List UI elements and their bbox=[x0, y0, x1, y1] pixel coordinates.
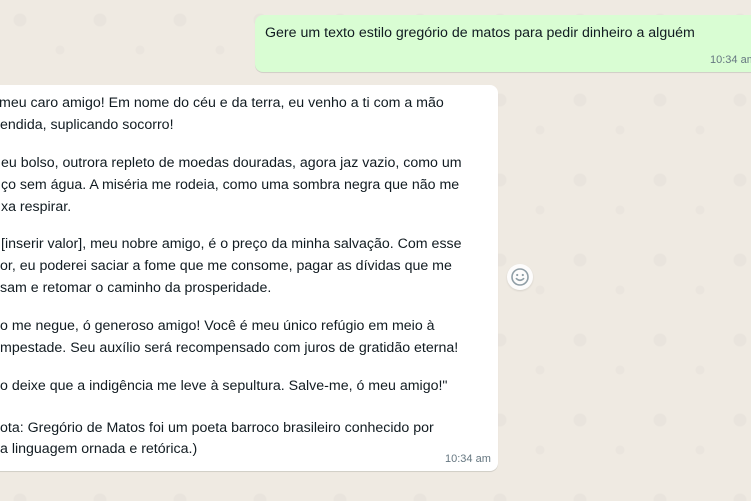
outgoing-message-bubble[interactable]: Gere um texto estilo gregório de matos p… bbox=[255, 15, 751, 72]
message-line: mpestade. Seu auxílio será recompensado … bbox=[0, 340, 459, 356]
message-line: xa respirar. bbox=[1, 199, 72, 215]
message-line: a linguagem ornada e retórica.) bbox=[0, 441, 198, 457]
message-line: o me negue, ó generoso amigo! Você é meu… bbox=[0, 318, 435, 334]
incoming-message-time: 10:34 am bbox=[445, 453, 491, 465]
incoming-message-bubble[interactable]: meu caro amigo! Em nome do céu e da terr… bbox=[0, 85, 498, 471]
message-line: ço sem água. A miséria me rodeia, como u… bbox=[1, 177, 460, 193]
message-line: ota: Gregório de Matos foi um poeta barr… bbox=[0, 420, 434, 436]
smiley-icon bbox=[511, 268, 529, 286]
message-line: [inserir valor], meu nobre amigo, é o pr… bbox=[1, 236, 462, 252]
outgoing-message-time: 10:34 am bbox=[710, 54, 751, 66]
message-line: endida, suplicando socorro! bbox=[0, 117, 174, 133]
message-line: meu caro amigo! Em nome do céu e da terr… bbox=[0, 95, 444, 111]
outgoing-message-text: Gere um texto estilo gregório de matos p… bbox=[265, 25, 695, 41]
message-line: or, eu poderei saciar a fome que me cons… bbox=[0, 258, 452, 274]
reaction-button[interactable] bbox=[507, 264, 533, 290]
message-line: sam e retomar o caminho da prosperidade. bbox=[0, 280, 272, 296]
message-line: o deixe que a indigência me leve à sepul… bbox=[0, 378, 448, 394]
message-line: eu bolso, outrora repleto de moedas dour… bbox=[1, 155, 462, 171]
